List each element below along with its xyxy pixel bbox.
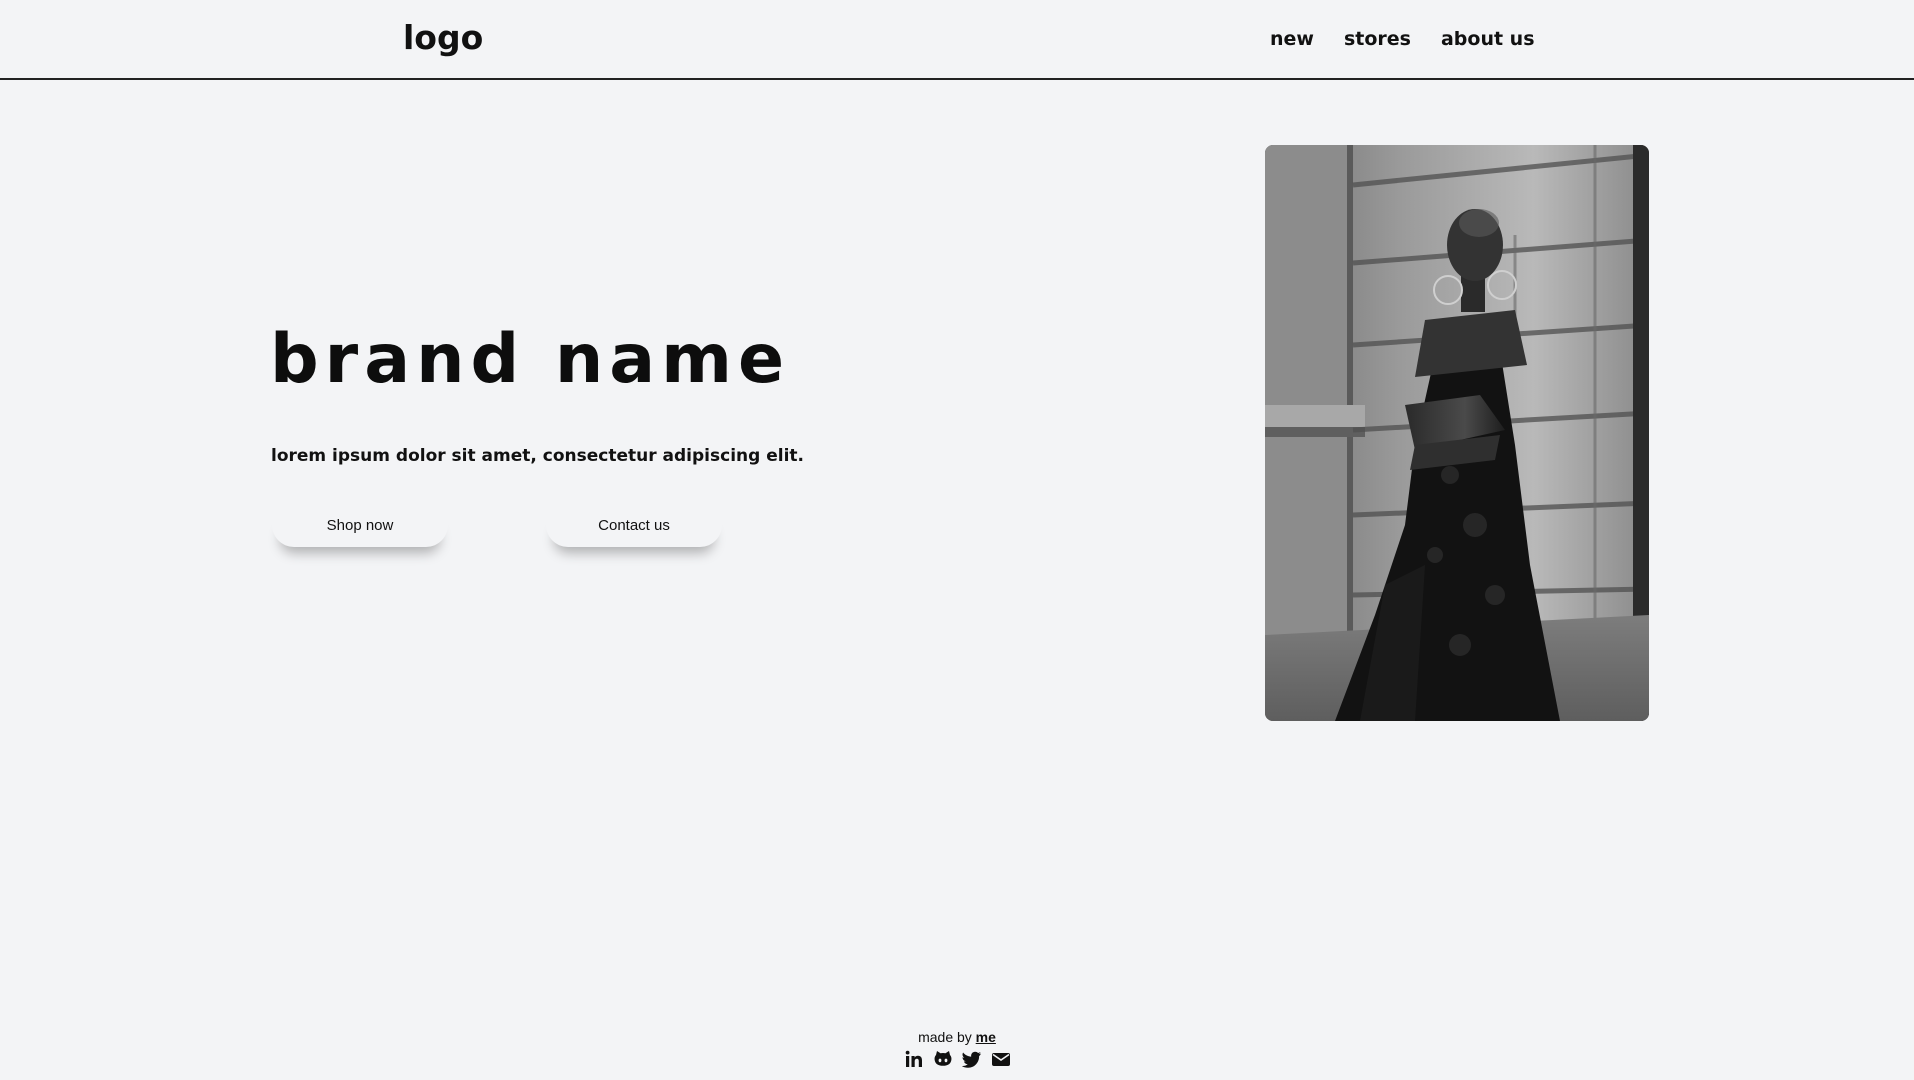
social-links [0, 1049, 1914, 1069]
hero-tagline: lorem ipsum dolor sit amet, consectetur … [271, 446, 804, 466]
made-by-text: made by me [0, 1029, 1914, 1045]
brand-title: brand name [270, 320, 791, 399]
github-icon[interactable] [933, 1049, 953, 1069]
site-footer: made by me [0, 1029, 1914, 1069]
contact-us-button[interactable]: Contact us [546, 503, 722, 547]
nav-link-about-us[interactable]: about us [1441, 28, 1535, 50]
logo-link[interactable]: logo [403, 18, 483, 57]
made-by-link[interactable]: me [976, 1029, 996, 1045]
nav-link-stores[interactable]: stores [1344, 28, 1411, 50]
hero-fashion-photo [1265, 145, 1649, 721]
nav-link-new[interactable]: new [1270, 28, 1314, 50]
shop-now-button[interactable]: Shop now [272, 503, 448, 547]
site-header: logo new stores about us [0, 0, 1914, 80]
made-by-prefix: made by [918, 1029, 976, 1045]
email-icon[interactable] [991, 1049, 1011, 1069]
linkedin-icon[interactable] [904, 1049, 924, 1069]
twitter-icon[interactable] [961, 1049, 982, 1069]
main-nav: new stores about us [1270, 28, 1535, 50]
